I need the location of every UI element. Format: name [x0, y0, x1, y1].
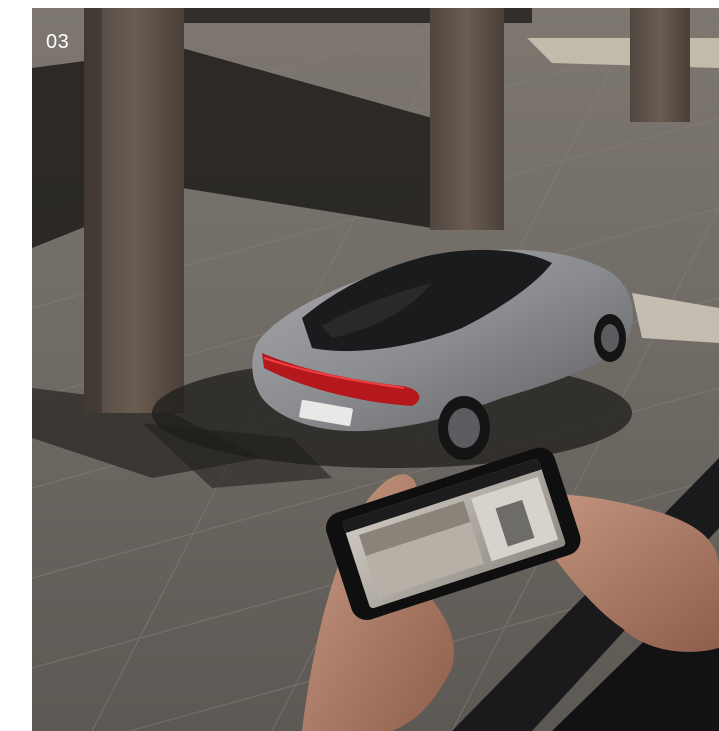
concrete-pillar-right [630, 8, 690, 122]
figure-index-label: 03 [46, 31, 70, 53]
concrete-pillar-center [430, 8, 504, 230]
page: 03 [0, 0, 719, 731]
car-app-photo [32, 8, 719, 731]
